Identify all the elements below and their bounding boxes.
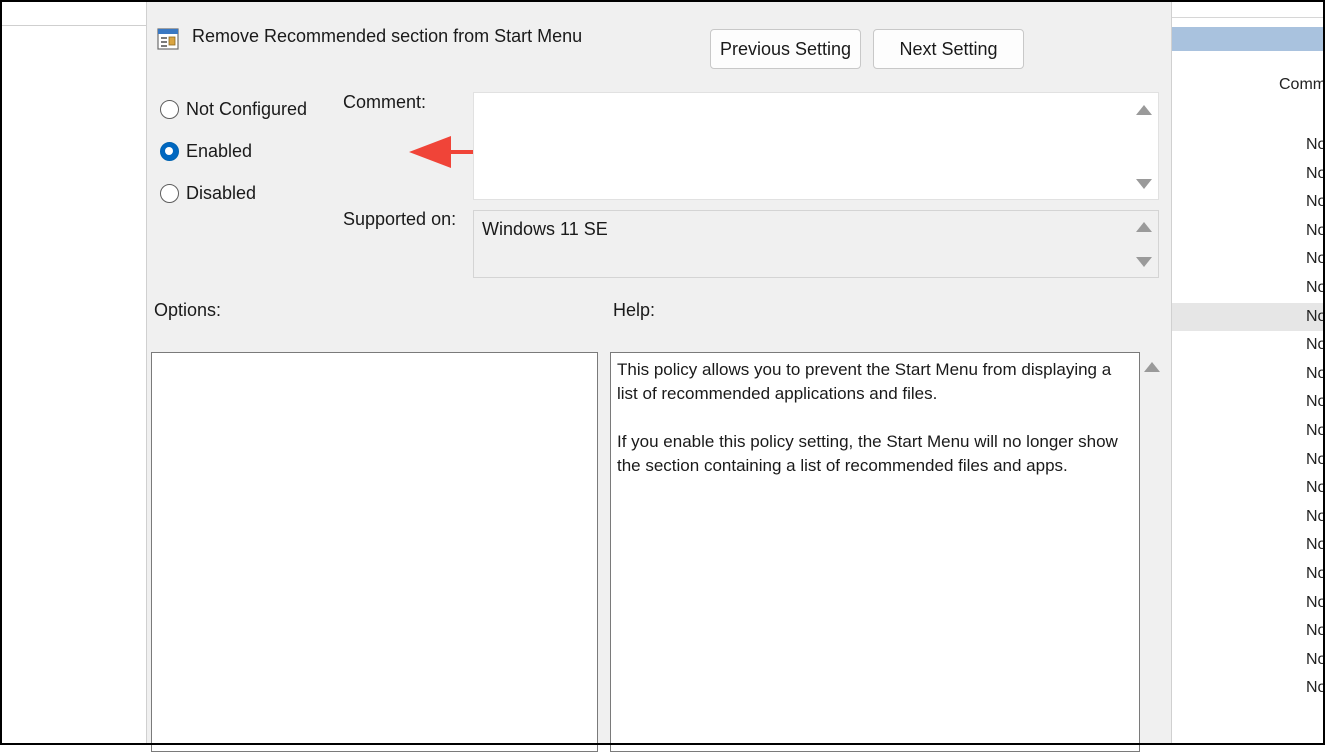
options-pane [151,352,598,752]
list-cell-state[interactable]: No [1306,565,1325,583]
list-cell-state[interactable]: No [1306,479,1325,497]
list-cell-state[interactable]: No [1306,451,1325,469]
list-cell-state[interactable]: No [1306,536,1325,554]
help-label: Help: [613,300,656,320]
list-cell-state[interactable]: No [1306,393,1325,411]
list-cell-state[interactable]: No [1306,165,1325,183]
radio-not-configured[interactable]: Not Configured [160,96,307,122]
options-label: Options: [154,300,222,320]
scroll-up-arrow-icon[interactable] [1136,222,1152,232]
list-cell-state[interactable]: No [1306,279,1325,297]
list-cell-state[interactable]: No [1306,651,1325,669]
policy-title: Remove Recommended section from Start Me… [192,26,583,46]
list-header-bar [1172,27,1325,51]
comment-label: Comment: [343,92,427,112]
radio-button[interactable] [160,183,179,203]
scroll-down-arrow-icon[interactable] [1136,257,1152,267]
list-cell-state[interactable]: No [1306,222,1325,240]
list-cell-state[interactable]: No [1306,193,1325,211]
supported-on-label: Supported on: [343,209,457,229]
policy-setting-icon [157,28,179,50]
list-cell-state[interactable]: No [1306,250,1325,268]
radio-label: Disabled [186,182,257,203]
radio-button[interactable] [160,99,179,119]
list-cell-state[interactable]: No [1306,508,1325,526]
selected-row-highlight [1172,303,1325,331]
radio-button-selected[interactable] [160,141,179,161]
radio-disabled[interactable]: Disabled [160,180,256,206]
scroll-down-arrow-icon[interactable] [1136,179,1152,189]
divider [0,25,146,26]
list-cell-state[interactable]: No [1306,336,1325,354]
comment-textarea[interactable] [473,92,1159,200]
background-window-left [0,0,146,745]
policy-setting-dialog: Remove Recommended section from Start Me… [146,0,1172,752]
help-pane: This policy allows you to prevent the St… [610,352,1140,752]
divider [1172,17,1325,18]
background-policy-list: Comm No No No No No No No No No No No No No No No No No N… [1172,0,1325,745]
previous-setting-button[interactable]: Previous Setting [710,29,861,69]
list-cell-state[interactable]: No [1306,622,1325,640]
radio-label: Enabled [186,140,253,161]
list-cell-state[interactable]: No [1306,594,1325,612]
supported-on-value: Windows 11 SE [482,219,608,239]
list-cell-state[interactable]: No [1306,679,1325,697]
help-scroll-up-arrow-icon[interactable] [1144,362,1160,372]
help-paragraph: If you enable this policy setting, the S… [617,432,1118,475]
list-cell-state[interactable]: No [1306,365,1325,383]
radio-enabled[interactable]: Enabled [160,138,252,164]
list-cell-state[interactable]: No [1306,136,1325,154]
list-cell-state[interactable]: No [1306,422,1325,440]
help-paragraph: This policy allows you to prevent the St… [617,360,1112,403]
next-setting-button[interactable]: Next Setting [873,29,1024,69]
supported-on-field: Windows 11 SE [473,210,1159,278]
scroll-up-arrow-icon[interactable] [1136,105,1152,115]
radio-label: Not Configured [186,98,308,119]
list-cell-state[interactable]: No [1306,308,1325,326]
column-header-comment[interactable]: Comm [1279,76,1325,94]
